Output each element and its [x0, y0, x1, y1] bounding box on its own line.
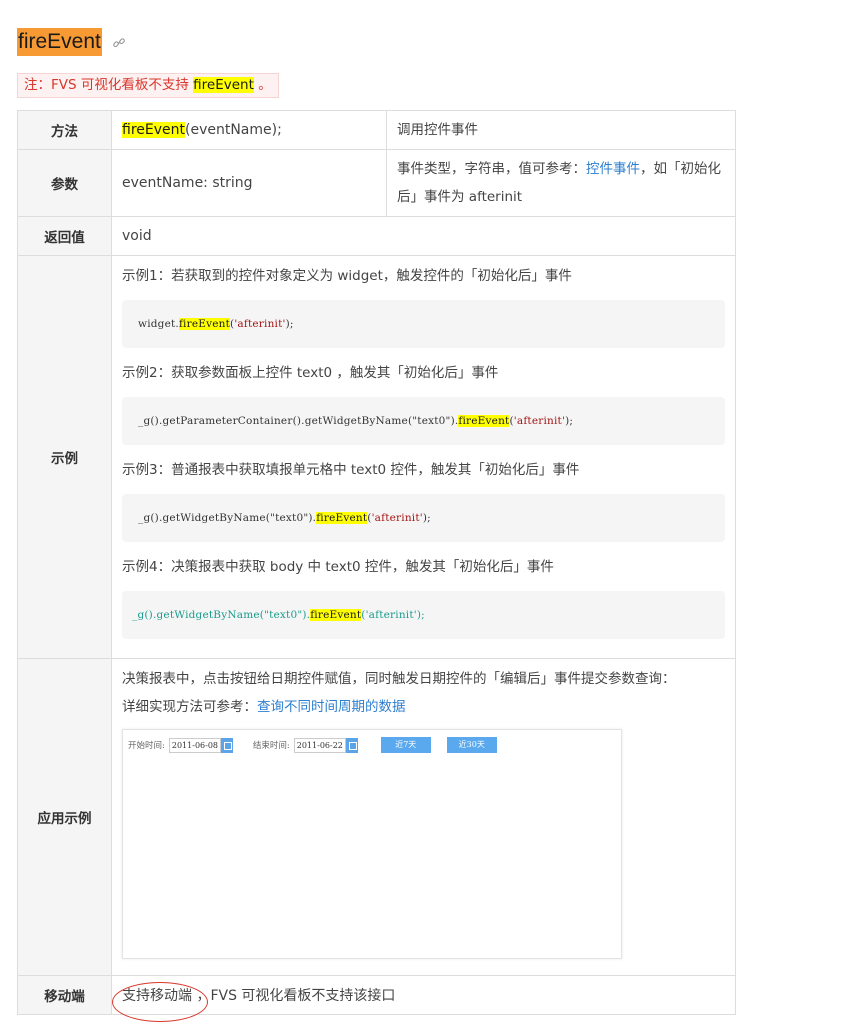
note-prefix: 注：FVS 可视化看板不支持 [24, 77, 194, 93]
application-line-1: 决策报表中，点击按钮给日期控件赋值，同时触发日期控件的「编辑后」事件提交参数查询… [122, 671, 676, 687]
code-part: ); [285, 318, 294, 330]
examples-content: 示例1：若获取到的控件对象定义为 widget，触发控件的「初始化后」事件 wi… [111, 255, 736, 659]
example-2-text: 示例2：获取参数面板上控件 text0 ，触发其「初始化后」事件 [122, 365, 499, 381]
code-part: _g().getParameterContainer().getWidgetBy… [138, 415, 459, 427]
code-string: 'afterinit' [234, 318, 286, 330]
page-title: fireEvent [17, 28, 102, 56]
code-highlight: fireEvent [310, 609, 362, 621]
note-suffix: 。 [253, 77, 272, 93]
code-string: 'afterinit' [365, 609, 417, 621]
example-4-code: _g().getWidgetByName("text0"). fireEvent(… [122, 591, 725, 639]
examples-row: 示例 示例1：若获取到的控件对象定义为 widget，触发控件的「初始化后」事件… [17, 255, 736, 659]
application-ref-prefix: 详细实现方法可参考： [122, 699, 257, 715]
annotation-circle [112, 982, 208, 1022]
anchor-link-icon[interactable] [112, 35, 126, 49]
preview-toolbar: 开始时间: 2011-06-08 结束时间: 2011-06-22 近7天 近3… [123, 736, 497, 754]
example-1-code: widget. fireEvent('afterinit'); [122, 300, 725, 348]
mobile-content: 支持移动端 ，FVS 可视化看板不支持该接口 [111, 975, 736, 1022]
method-args: (eventName); [185, 122, 282, 138]
application-label: 应用示例 [17, 658, 112, 976]
method-signature: fireEvent(eventName); [111, 110, 387, 150]
application-content: 决策报表中，点击按钮给日期控件赋值，同时触发日期控件的「编辑后」事件提交参数查询… [111, 658, 736, 976]
example-1-text: 示例1：若获取到的控件对象定义为 widget，触发控件的「初始化后」事件 [122, 268, 572, 284]
calendar-icon [345, 737, 358, 753]
code-part: _g().getWidgetByName("text0"). [138, 512, 317, 524]
application-line-2: 详细实现方法可参考：查询不同时间周期的数据 [122, 697, 725, 717]
widget-events-link[interactable]: 控件事件 [586, 161, 640, 177]
returns-value: void [111, 216, 736, 256]
page-title-row: fireEvent [17, 28, 126, 56]
example-3-code: _g().getWidgetByName("text0"). fireEvent(… [122, 494, 725, 542]
mobile-label: 移动端 [17, 975, 112, 1015]
preview-7-days-button: 近7天 [380, 737, 431, 753]
params-desc-prefix: 事件类型，字符串，值可参考： [397, 161, 586, 177]
examples-label: 示例 [17, 255, 112, 659]
preview-30-days-button: 近30天 [446, 737, 497, 753]
code-highlight: fireEvent [458, 415, 510, 427]
params-label: 参数 [17, 149, 112, 217]
preview-start-label: 开始时间: [128, 741, 165, 751]
mobile-rest: ，FVS 可视化看板不支持该接口 [196, 988, 396, 1004]
mobile-supported-wrap: 支持移动端 [112, 982, 208, 1022]
code-string: 'afterinit' [371, 512, 423, 524]
mobile-row: 移动端 支持移动端 ，FVS 可视化看板不支持该接口 [17, 975, 736, 1022]
code-part: ); [422, 512, 431, 524]
example-2-code: _g().getParameterContainer().getWidgetBy… [122, 397, 725, 445]
params-description: 事件类型，字符串，值可参考：控件事件，如「初始化后」事件为 afterinit [386, 149, 736, 217]
api-table: 方法 fireEvent(eventName); 调用控件事件 参数 event… [17, 110, 736, 1022]
code-string: 'afterinit' [513, 415, 566, 427]
method-label: 方法 [17, 110, 112, 150]
example-3-text: 示例3：普通报表中获取填报单元格中 text0 控件，触发其「初始化后」事件 [122, 462, 580, 478]
example-4-text: 示例4：决策报表中获取 body 中 text0 控件，触发其「初始化后」事件 [122, 559, 554, 575]
preview-end-date: 2011-06-22 [293, 737, 346, 753]
preview-end-label: 结束时间: [252, 741, 290, 751]
method-description: 调用控件事件 [386, 110, 736, 150]
code-highlight: fireEvent [316, 512, 368, 524]
method-name: fireEvent [122, 122, 185, 138]
code-part: _g().getWidgetByName("text0"). [132, 609, 311, 621]
params-row: 参数 eventName: string 事件类型，字符串，值可参考：控件事件，… [17, 149, 736, 217]
note-highlight: fireEvent [193, 77, 254, 93]
compatibility-note: 注：FVS 可视化看板不支持 fireEvent 。 [17, 73, 279, 98]
application-row: 应用示例 决策报表中，点击按钮给日期控件赋值，同时触发日期控件的「编辑后」事件提… [17, 658, 736, 976]
preview-start-date: 2011-06-08 [168, 737, 221, 753]
query-periods-link[interactable]: 查询不同时间周期的数据 [257, 699, 406, 715]
returns-label: 返回值 [17, 216, 112, 256]
application-preview-image: 开始时间: 2011-06-08 结束时间: 2011-06-22 近7天 近3… [122, 729, 622, 959]
code-highlight: fireEvent [178, 318, 231, 330]
code-part: ); [565, 415, 574, 427]
code-part: widget. [138, 318, 179, 330]
method-row: 方法 fireEvent(eventName); 调用控件事件 [17, 110, 736, 150]
code-part: ); [416, 609, 425, 621]
params-value: eventName: string [111, 149, 387, 217]
returns-row: 返回值 void [17, 216, 736, 256]
calendar-icon [220, 737, 233, 753]
